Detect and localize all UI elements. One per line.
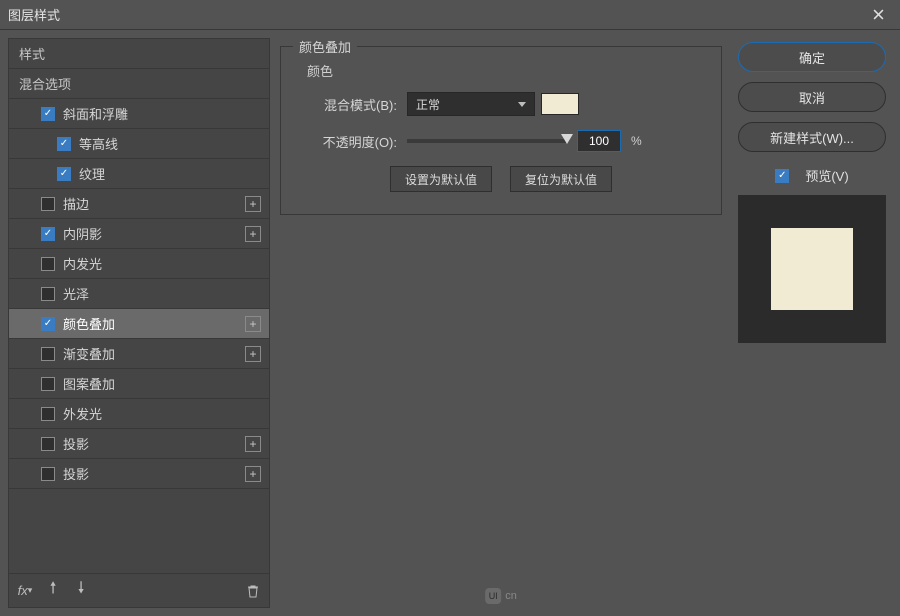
plus-icon[interactable]: + [245, 316, 261, 332]
style-item-label: 描边 [63, 194, 89, 213]
style-item-11[interactable]: 投影 + [9, 429, 269, 459]
plus-icon[interactable]: + [245, 196, 261, 212]
opacity-slider[interactable] [407, 139, 567, 143]
opacity-label: 不透明度(O): [297, 132, 407, 151]
ok-button[interactable]: 确定 [738, 42, 886, 72]
style-item-label: 颜色叠加 [63, 314, 115, 333]
style-item-9[interactable]: 图案叠加 [9, 369, 269, 399]
action-panel: 确定 取消 新建样式(W)... 预览(V) [732, 38, 892, 608]
reset-default-button[interactable]: 复位为默认值 [510, 166, 612, 192]
close-icon [873, 9, 884, 20]
style-checkbox[interactable] [41, 347, 55, 361]
style-item-label: 内发光 [63, 254, 102, 273]
styles-panel: 样式混合选项斜面和浮雕等高线纹理描边 + 内阴影 + 内发光光泽颜色叠加 + 渐变叠加 + 图案… [8, 38, 270, 608]
style-item-1[interactable]: 等高线 [9, 129, 269, 159]
percent-label: % [631, 134, 642, 148]
fx-icon[interactable]: fx▾ [17, 583, 33, 599]
style-checkbox[interactable] [41, 467, 55, 481]
style-checkbox[interactable] [41, 257, 55, 271]
style-item-label: 光泽 [63, 284, 89, 303]
preview-label: 预览(V) [805, 166, 848, 185]
preview-box [738, 195, 886, 343]
style-item-label: 外发光 [63, 404, 102, 423]
styles-header[interactable]: 样式 [9, 39, 269, 69]
style-checkbox[interactable] [41, 437, 55, 451]
preview-swatch [771, 228, 853, 310]
style-item-8[interactable]: 渐变叠加 + [9, 339, 269, 369]
style-item-5[interactable]: 内发光 [9, 249, 269, 279]
style-item-label: 投影 [63, 434, 89, 453]
blend-options-header[interactable]: 混合选项 [9, 69, 269, 99]
blend-mode-label: 混合模式(B): [297, 95, 407, 114]
style-item-12[interactable]: 投影 + [9, 459, 269, 489]
new-style-button[interactable]: 新建样式(W)... [738, 122, 886, 152]
arrow-down-icon[interactable]: 🠗 [73, 583, 89, 599]
plus-icon[interactable]: + [245, 226, 261, 242]
arrow-up-icon[interactable]: 🠕 [45, 583, 61, 599]
set-default-button[interactable]: 设置为默认值 [390, 166, 492, 192]
style-item-7[interactable]: 颜色叠加 + [9, 309, 269, 339]
style-checkbox[interactable] [41, 227, 55, 241]
style-item-label: 等高线 [79, 134, 118, 153]
close-button[interactable] [864, 1, 892, 29]
style-checkbox[interactable] [41, 197, 55, 211]
style-checkbox[interactable] [41, 287, 55, 301]
plus-icon[interactable]: + [245, 346, 261, 362]
style-item-3[interactable]: 描边 + [9, 189, 269, 219]
blend-mode-select[interactable]: 正常 [407, 92, 535, 116]
style-checkbox[interactable] [41, 107, 55, 121]
trash-icon[interactable] [245, 583, 261, 599]
style-item-label: 内阴影 [63, 224, 102, 243]
blend-mode-value: 正常 [416, 96, 440, 113]
style-item-4[interactable]: 内阴影 + [9, 219, 269, 249]
plus-icon[interactable]: + [245, 466, 261, 482]
style-item-0[interactable]: 斜面和浮雕 [9, 99, 269, 129]
settings-panel: 颜色叠加 颜色 混合模式(B): 正常 不透明度(O): % 设置为默认值 复位… [280, 38, 722, 608]
style-item-label: 图案叠加 [63, 374, 115, 393]
style-checkbox[interactable] [41, 377, 55, 391]
preview-checkbox[interactable] [775, 169, 789, 183]
style-item-label: 纹理 [79, 164, 105, 183]
style-checkbox[interactable] [57, 137, 71, 151]
watermark-icon: UI [485, 588, 501, 604]
opacity-input[interactable] [577, 130, 621, 152]
style-item-label: 渐变叠加 [63, 344, 115, 363]
window-title: 图层样式 [8, 5, 60, 24]
style-checkbox[interactable] [41, 317, 55, 331]
style-item-label: 投影 [63, 464, 89, 483]
slider-thumb-icon[interactable] [561, 134, 573, 144]
color-section-label: 颜色 [297, 61, 705, 80]
style-item-10[interactable]: 外发光 [9, 399, 269, 429]
panel-legend: 颜色叠加 [293, 37, 357, 56]
watermark: UI cn [485, 588, 517, 604]
plus-icon[interactable]: + [245, 436, 261, 452]
style-item-6[interactable]: 光泽 [9, 279, 269, 309]
style-item-label: 斜面和浮雕 [63, 104, 128, 123]
style-item-2[interactable]: 纹理 [9, 159, 269, 189]
cancel-button[interactable]: 取消 [738, 82, 886, 112]
style-checkbox[interactable] [41, 407, 55, 421]
color-swatch[interactable] [541, 93, 579, 115]
style-checkbox[interactable] [57, 167, 71, 181]
